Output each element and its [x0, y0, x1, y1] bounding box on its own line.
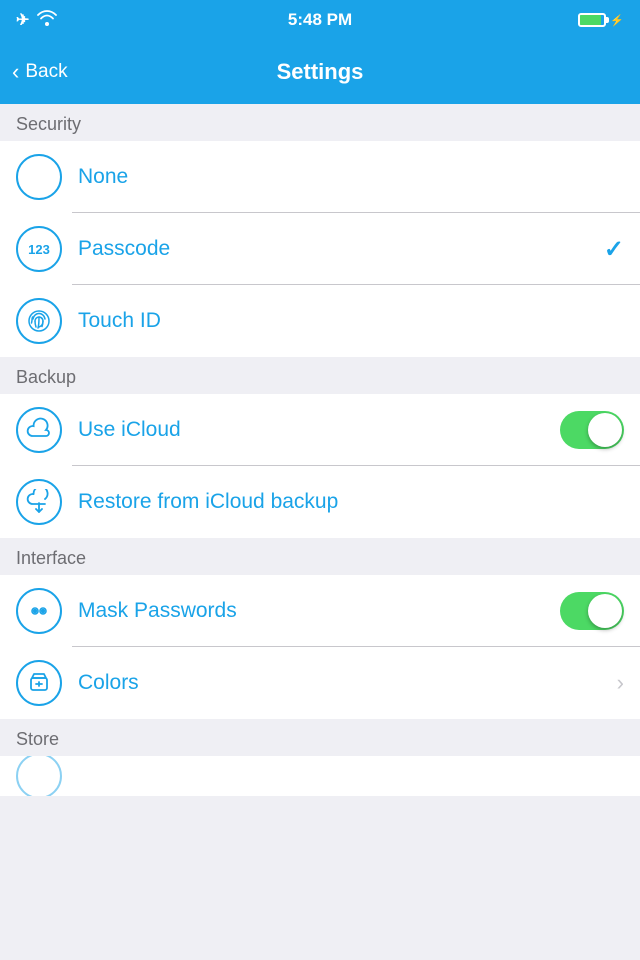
passcode-icon: 123 — [28, 242, 50, 257]
none-icon-circle — [16, 154, 62, 200]
security-section: None 123 Passcode ✓ Touch ID — [0, 141, 640, 357]
touchid-label: Touch ID — [78, 309, 624, 333]
passcode-icon-circle: 123 — [16, 226, 62, 272]
passcode-label: Passcode — [78, 237, 604, 261]
list-item-maskpasswords[interactable]: Mask Passwords — [0, 575, 640, 647]
section-header-store: Store — [0, 719, 640, 756]
status-left: ✈ — [16, 10, 57, 31]
colors-icon-circle — [16, 660, 62, 706]
touchid-icon-circle — [16, 298, 62, 344]
maskpasswords-toggle-knob — [588, 594, 622, 628]
list-item-restoreicloud[interactable]: Restore from iCloud backup — [0, 466, 640, 538]
list-item-colors[interactable]: Colors › — [0, 647, 640, 719]
cloud-icon — [26, 417, 52, 443]
interface-section: Mask Passwords Colors › — [0, 575, 640, 719]
section-header-interface: Interface — [0, 538, 640, 575]
list-item-none[interactable]: None — [0, 141, 640, 213]
store-icon-circle — [16, 756, 62, 796]
section-header-security: Security — [0, 104, 640, 141]
airplane-icon: ✈ — [16, 10, 29, 30]
clouddownload-icon-circle — [16, 479, 62, 525]
useicloud-toggle-knob — [588, 413, 622, 447]
list-item-passcode[interactable]: 123 Passcode ✓ — [0, 213, 640, 285]
fingerprint-icon — [26, 308, 52, 334]
passcode-checkmark-icon: ✓ — [604, 235, 624, 264]
list-item-useicloud[interactable]: Use iCloud — [0, 394, 640, 466]
list-item-touchid[interactable]: Touch ID — [0, 285, 640, 357]
useicloud-label: Use iCloud — [78, 418, 560, 442]
status-right: ⚡ — [578, 13, 624, 27]
battery-icon — [578, 13, 606, 27]
maskpasswords-toggle[interactable] — [560, 592, 624, 630]
backup-section: Use iCloud Restore from iCloud backup — [0, 394, 640, 538]
bolt-icon: ⚡ — [610, 14, 624, 27]
nav-bar: ‹ Back Settings — [0, 40, 640, 104]
restoreicloud-label: Restore from iCloud backup — [78, 490, 624, 514]
bucket-icon — [26, 670, 52, 696]
eyes-icon — [26, 598, 52, 624]
page-title: Settings — [277, 59, 364, 85]
store-section — [0, 756, 640, 796]
wifi-icon — [37, 10, 57, 31]
icloud-icon-circle — [16, 407, 62, 453]
none-label: None — [78, 165, 624, 189]
useicloud-toggle[interactable] — [560, 411, 624, 449]
maskpasswords-label: Mask Passwords — [78, 599, 560, 623]
colors-label: Colors — [78, 671, 617, 695]
status-time: 5:48 PM — [288, 10, 352, 30]
list-item-store-partial[interactable] — [0, 756, 640, 796]
maskpasswords-icon-circle — [16, 588, 62, 634]
cloud-download-icon — [26, 489, 52, 515]
section-header-backup: Backup — [0, 357, 640, 394]
back-button[interactable]: ‹ Back — [12, 60, 68, 85]
status-bar: ✈ 5:48 PM ⚡ — [0, 0, 640, 40]
back-label: Back — [25, 61, 67, 83]
back-chevron-icon: ‹ — [12, 59, 19, 85]
battery-fill — [580, 15, 600, 25]
colors-chevron-icon: › — [617, 670, 624, 696]
